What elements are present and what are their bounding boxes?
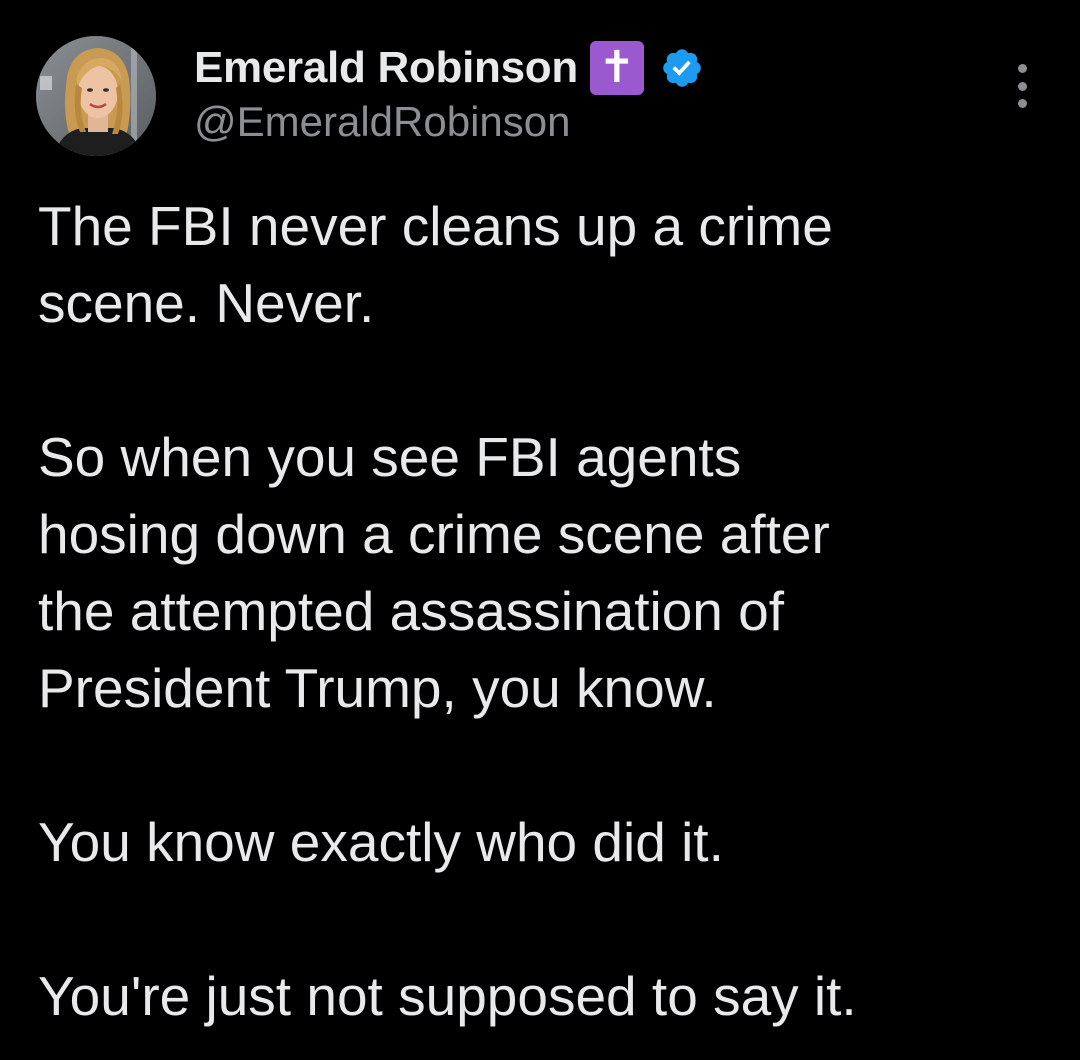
more-options-icon-dot — [1017, 81, 1027, 91]
tweet-paragraph: So when you see FBI agents hosing down a… — [38, 426, 830, 719]
avatar[interactable] — [36, 36, 156, 156]
tweet-header: Emerald Robinson ✝ @EmeraldRobinson — [194, 38, 704, 146]
tweet-paragraph: You're just not supposed to say it. — [38, 965, 857, 1027]
more-options-icon — [1017, 64, 1027, 73]
cross-emoji-icon: ✝ — [589, 41, 644, 95]
author-display-name[interactable]: Emerald Robinson — [194, 43, 578, 93]
avatar-image — [36, 36, 156, 156]
name-row: Emerald Robinson ✝ — [194, 38, 704, 98]
more-options-button[interactable] — [1000, 58, 1044, 114]
verified-check-icon[interactable] — [660, 46, 704, 90]
tweet-paragraph: You know exactly who did it. — [38, 811, 724, 873]
tweet-text: The FBI never cleans up a crime scene. N… — [38, 188, 1038, 1035]
author-handle[interactable]: @EmeraldRobinson — [194, 98, 704, 146]
tweet-paragraph: The FBI never cleans up a crime scene. N… — [38, 195, 833, 334]
tweet-card: Emerald Robinson ✝ @EmeraldRobinson The … — [0, 0, 1080, 1060]
more-options-icon-dot — [1017, 99, 1027, 108]
